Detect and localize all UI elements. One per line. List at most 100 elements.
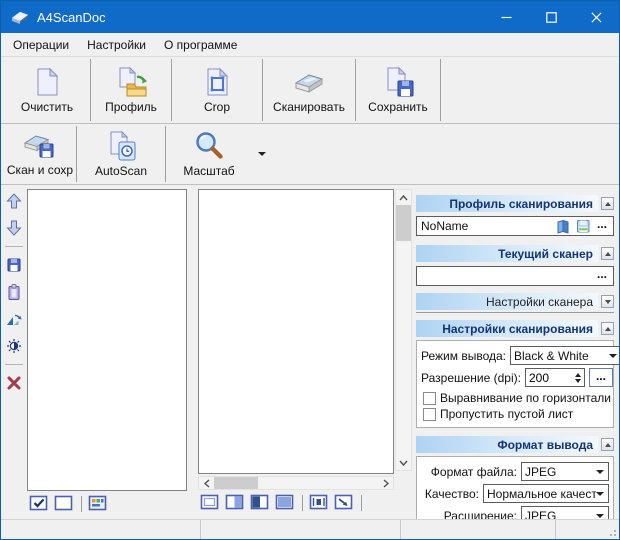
current-scanner-field[interactable]: ... — [416, 266, 614, 286]
zoom-to-region-button[interactable] — [334, 494, 354, 511]
output-mode-label: Режим вывода: — [421, 349, 510, 363]
minimize-button[interactable] — [484, 1, 529, 33]
zoom-dropdown-button[interactable] — [252, 124, 272, 184]
save-image-button[interactable] — [5, 256, 23, 274]
delete-page-button[interactable] — [5, 374, 23, 392]
page-up-button[interactable] — [5, 192, 23, 210]
deselect-all-button[interactable] — [54, 495, 74, 512]
vertical-scroll-track[interactable] — [396, 241, 411, 455]
skip-blank-checkbox[interactable] — [423, 408, 436, 421]
align-horizontal-checkbox[interactable] — [423, 392, 436, 405]
toolbar-separator — [81, 496, 82, 512]
chevron-down-icon — [399, 460, 408, 466]
menu-about[interactable]: О программе — [155, 35, 246, 55]
save-page-icon — [382, 66, 414, 98]
current-scanner-collapse-button[interactable] — [601, 247, 614, 260]
horizontal-scroll-thumb[interactable] — [214, 477, 258, 489]
thumbnails-view-button[interactable] — [88, 495, 108, 512]
scroll-right-button[interactable] — [378, 477, 393, 489]
file-format-row: Формат файла: JPEG — [421, 462, 609, 481]
select-all-button[interactable] — [29, 495, 49, 512]
scan-profile-browse-button[interactable]: ... — [595, 217, 613, 235]
toolbar-separator — [5, 246, 23, 247]
resolution-spinner[interactable]: 200 — [525, 368, 585, 387]
magnifier-icon — [193, 130, 225, 162]
align-horizontal-label: Выравнивание по горизонтали — [440, 391, 611, 405]
file-format-label: Формат файла: — [421, 465, 521, 479]
output-mode-row: Режим вывода: Black & White — [421, 346, 609, 365]
status-segment — [556, 520, 619, 539]
clear-button[interactable]: Очистить — [4, 57, 90, 123]
page-list-canvas[interactable] — [27, 189, 187, 491]
scan-settings-title: Настройки сканирования — [442, 322, 593, 336]
section-divider — [416, 312, 614, 313]
horizontal-scrollbar[interactable] — [198, 476, 394, 490]
zoom-fit-height-button[interactable] — [250, 494, 270, 511]
resolution-value: 200 — [526, 371, 573, 385]
maximize-button[interactable] — [529, 1, 574, 33]
scan-label: Сканировать — [273, 100, 345, 114]
page-down-button[interactable] — [5, 219, 23, 237]
scroll-left-button[interactable] — [199, 477, 214, 489]
open-profile-button[interactable] — [555, 218, 571, 234]
brightness-contrast-button[interactable] — [5, 337, 23, 355]
autoscan-button[interactable]: AutoScan — [77, 124, 165, 184]
zoom-selection-button[interactable] — [309, 494, 329, 511]
resize-grip[interactable] — [607, 527, 617, 537]
spinner-arrows[interactable] — [573, 373, 584, 383]
scan-and-save-button[interactable]: Скан и сохр — [4, 124, 76, 184]
vertical-scrollbar[interactable] — [395, 189, 412, 471]
save-label: Сохранить — [368, 100, 428, 114]
pages-pane — [27, 189, 187, 519]
close-button[interactable] — [574, 1, 619, 33]
current-scanner-browse-button[interactable]: ... — [595, 267, 613, 285]
scan-save-icon — [23, 131, 57, 161]
zoom-button[interactable]: Масштаб — [166, 124, 252, 184]
current-scanner-header: Текущий сканер — [416, 245, 614, 262]
scan-settings-collapse-button[interactable] — [601, 322, 614, 335]
save-profile-button[interactable] — [575, 218, 591, 234]
horizontal-scroll-track[interactable] — [258, 477, 378, 489]
scan-button[interactable]: Сканировать — [263, 57, 355, 123]
pages-button-row — [27, 495, 187, 512]
output-format-collapse-button[interactable] — [601, 438, 614, 451]
menu-operations[interactable]: Операции — [4, 35, 78, 55]
window-title: A4ScanDoc — [37, 10, 484, 25]
close-icon — [591, 12, 602, 23]
zoom-fit-width-button[interactable] — [225, 494, 245, 511]
titlebar: A4ScanDoc — [1, 1, 619, 33]
vertical-scroll-thumb[interactable] — [396, 205, 411, 241]
scan-profile-title: Профиль сканирования — [449, 197, 593, 211]
toolbar-separator — [361, 495, 362, 511]
paste-clipboard-button[interactable] — [5, 283, 23, 301]
menu-settings[interactable]: Настройки — [78, 35, 155, 55]
output-mode-combo[interactable]: Black & White — [510, 346, 619, 365]
status-segment — [1, 520, 201, 539]
zoom-actual-size-button[interactable] — [200, 494, 220, 511]
extension-combo[interactable]: JPEG — [521, 506, 609, 519]
quality-combo[interactable]: Нормальное качество — [483, 484, 609, 503]
resolution-browse-button[interactable]: ... — [589, 368, 613, 387]
current-scanner-title: Текущий сканер — [498, 247, 593, 261]
extension-row: Расширение: JPEG — [421, 506, 609, 519]
file-format-combo[interactable]: JPEG — [521, 462, 609, 481]
scroll-down-button[interactable] — [396, 455, 411, 470]
scan-profile-collapse-button[interactable] — [601, 197, 614, 210]
scanner-settings-header: Настройки сканера — [416, 293, 614, 310]
save-button[interactable]: Сохранить — [356, 57, 440, 123]
preview-canvas[interactable] — [198, 189, 394, 474]
quality-row: Качество: Нормальное качество — [421, 484, 609, 503]
resolution-row: Разрешение (dpi): 200 ... — [421, 368, 609, 387]
scanner-settings-expand-button[interactable] — [601, 295, 614, 308]
quality-label: Качество: — [421, 487, 483, 501]
zoom-fit-page-button[interactable] — [275, 494, 295, 511]
spin-up-icon — [575, 373, 581, 377]
profile-button[interactable]: Профиль — [91, 57, 171, 123]
rotate-image-button[interactable] — [5, 310, 23, 328]
scan-profile-field[interactable]: NoName ... — [416, 216, 614, 236]
scan-settings-header: Настройки сканирования — [416, 320, 614, 337]
scroll-up-button[interactable] — [396, 190, 411, 205]
spin-down-icon — [575, 379, 581, 383]
toolbar-separator — [302, 495, 303, 511]
crop-button[interactable]: Crop — [172, 57, 262, 123]
